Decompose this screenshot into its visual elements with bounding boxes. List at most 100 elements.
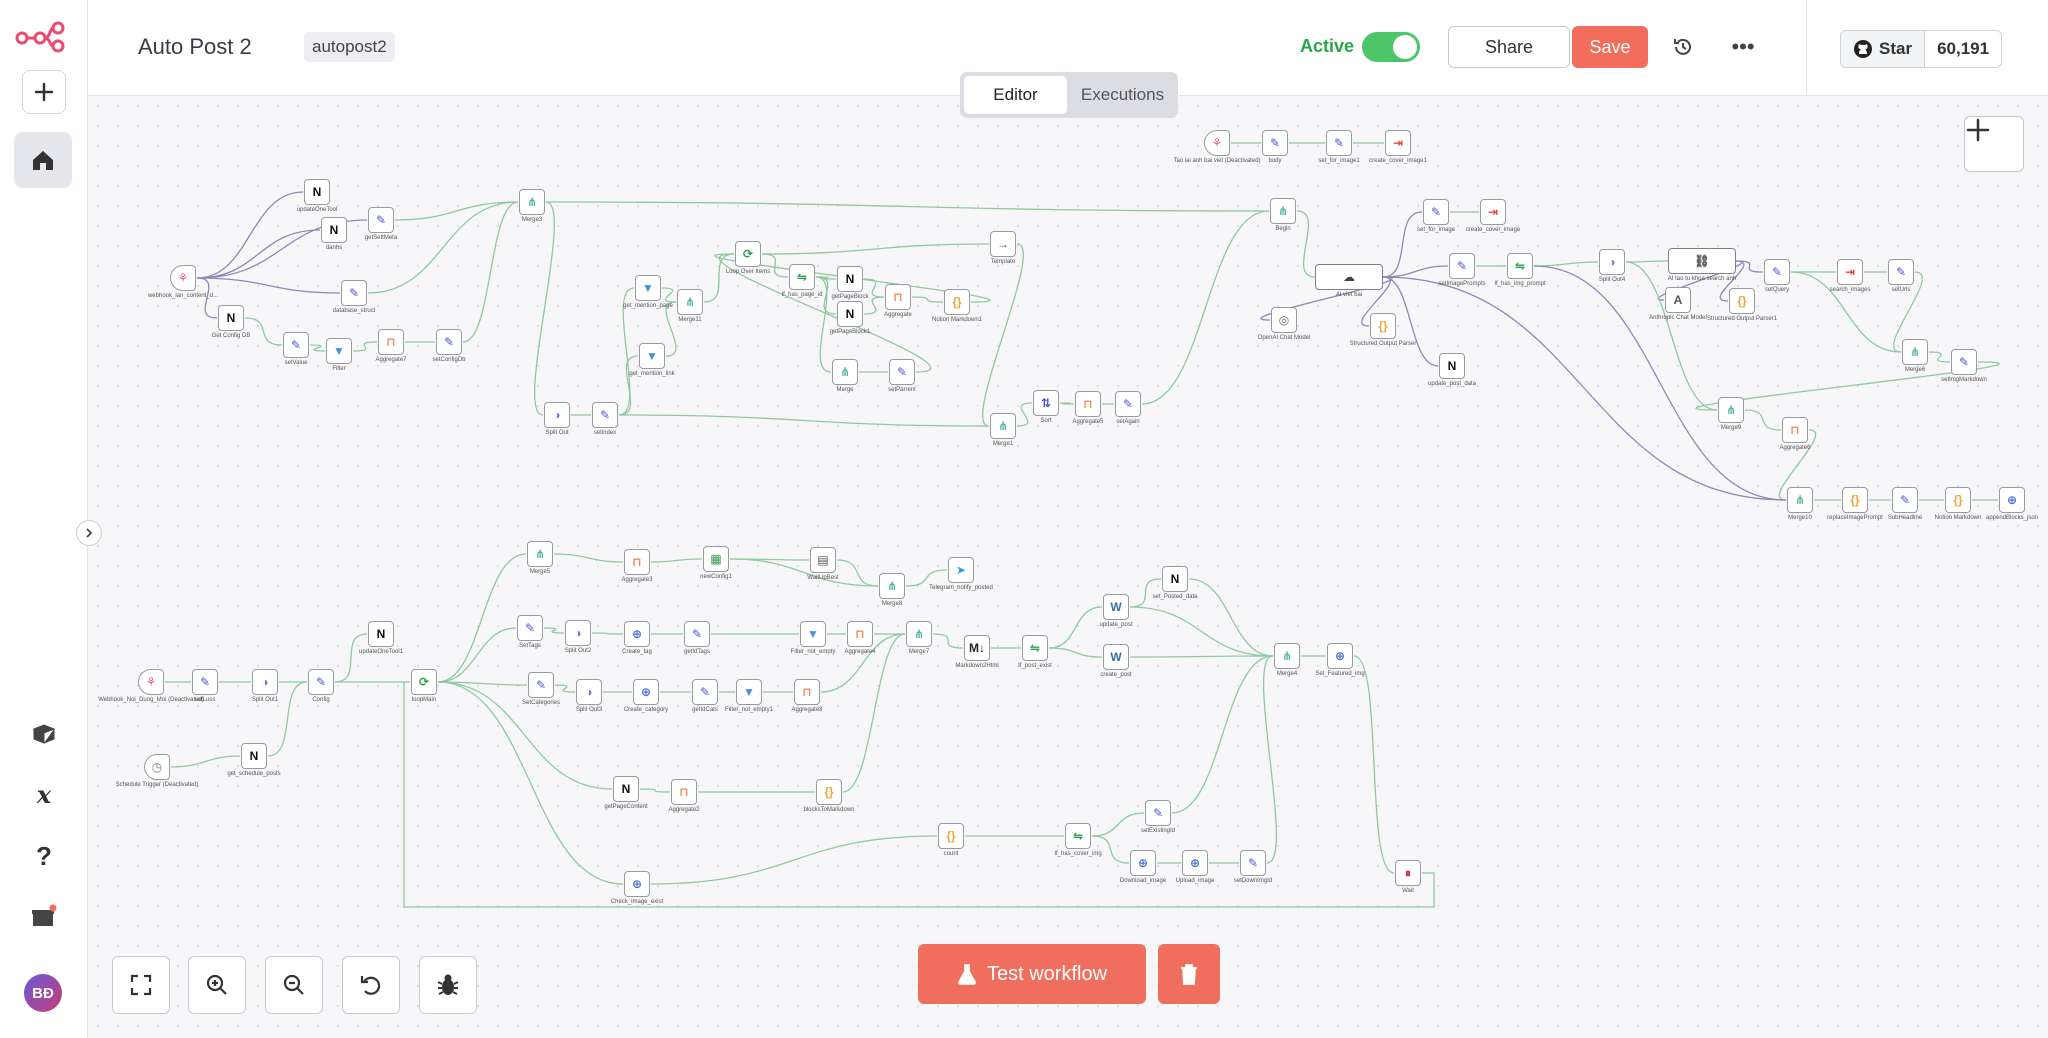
workflow-node[interactable]: ▦ — [703, 546, 729, 572]
workflow-node[interactable]: M↓ — [964, 635, 990, 661]
sidebar-item-home[interactable] — [14, 132, 72, 188]
workflow-node[interactable]: ⊓ — [794, 679, 820, 705]
workflow-node[interactable]: ⊕ — [1999, 487, 2025, 513]
workflow-node[interactable]: N — [1439, 353, 1465, 379]
workflow-node[interactable]: ⋔ — [1787, 487, 1813, 513]
workflow-node[interactable]: ◎ — [1271, 307, 1297, 333]
workflow-node[interactable]: ✎ — [1115, 391, 1141, 417]
workflow-node[interactable]: ✎ — [341, 280, 367, 306]
workflow-node[interactable]: ▼ — [639, 343, 665, 369]
workflow-node[interactable]: ⊕ — [624, 871, 650, 897]
workflow-node[interactable]: ⋔ — [906, 621, 932, 647]
workflow-node[interactable]: ✎ — [283, 332, 309, 358]
workflow-node[interactable]: ⋔ — [1718, 397, 1744, 423]
workflow-node[interactable]: ⇥ — [1385, 130, 1411, 156]
workflow-node[interactable]: A — [1665, 287, 1691, 313]
workflow-node[interactable]: {} — [938, 823, 964, 849]
workflow-node[interactable]: ⊓ — [1075, 391, 1101, 417]
workflow-history-button[interactable] — [1666, 30, 1700, 64]
workflow-node[interactable]: ✎ — [1145, 800, 1171, 826]
workflow-node[interactable]: ⊓ — [624, 549, 650, 575]
workflow-node[interactable]: ◷ — [144, 754, 170, 780]
github-star-widget[interactable]: Star 60,191 — [1840, 30, 2003, 68]
workflow-node[interactable]: N — [1162, 566, 1188, 592]
workflow-node[interactable]: ⊓ — [847, 621, 873, 647]
active-toggle[interactable] — [1362, 32, 1420, 62]
workflow-node[interactable]: {} — [1842, 487, 1868, 513]
workflow-node[interactable]: ✎ — [1951, 349, 1977, 375]
workflow-node[interactable]: ✎ — [308, 669, 334, 695]
workflow-node[interactable]: ✎ — [192, 669, 218, 695]
workflow-node[interactable]: ⟳ — [411, 669, 437, 695]
sidebar-item-help[interactable]: ? — [22, 834, 66, 878]
user-avatar[interactable]: BĐ — [24, 974, 62, 1012]
workflow-node[interactable]: ⊓ — [671, 779, 697, 805]
workflow-node[interactable]: ⟳ — [735, 241, 761, 267]
workflow-node[interactable]: ⊓ — [378, 329, 404, 355]
sidebar-expand-button[interactable] — [76, 520, 102, 546]
workflow-node[interactable]: {} — [1370, 313, 1396, 339]
workflow-node[interactable]: W — [1103, 594, 1129, 620]
workflow-node[interactable]: ✎ — [1423, 199, 1449, 225]
workflow-node[interactable]: ▼ — [326, 338, 352, 364]
debug-button[interactable] — [419, 956, 477, 1014]
workflow-canvas[interactable]: ⚘ webhook_lan_content_d... NupdateOneTool N… — [88, 96, 2048, 1038]
workflow-node[interactable]: ✎ — [684, 621, 710, 647]
workflow-node[interactable]: ✎ — [1892, 487, 1918, 513]
workflow-node[interactable]: ✎ — [1888, 259, 1914, 285]
workflow-tag[interactable]: autopost2 — [304, 32, 395, 62]
n8n-logo-icon[interactable] — [14, 14, 72, 54]
workflow-node[interactable]: N — [613, 776, 639, 802]
workflow-node[interactable]: ⋔ — [527, 541, 553, 567]
workflow-node[interactable]: ✎ — [1449, 253, 1475, 279]
workflow-node[interactable]: ◑ — [576, 679, 602, 705]
workflow-node[interactable]: ⋔ — [677, 289, 703, 315]
workflow-node[interactable]: ▤ — [810, 547, 836, 573]
more-options-button[interactable]: ••• — [1726, 30, 1760, 64]
workflow-node[interactable]: ✎ — [1262, 130, 1288, 156]
test-workflow-button[interactable]: Test workflow — [918, 944, 1146, 1004]
workflow-node[interactable]: ☁ — [1315, 264, 1383, 290]
workflow-node[interactable]: ⚘ — [1204, 130, 1230, 156]
zoom-out-button[interactable] — [265, 956, 323, 1014]
workflow-node[interactable]: ⋔ — [879, 573, 905, 599]
workflow-node[interactable]: ◑ — [252, 669, 278, 695]
workflow-node[interactable]: ◑ — [544, 402, 570, 428]
save-button[interactable]: Save — [1572, 26, 1648, 68]
add-button[interactable] — [22, 70, 66, 114]
workflow-node[interactable]: ✎ — [1326, 130, 1352, 156]
workflow-node[interactable]: {} — [816, 779, 842, 805]
workflow-node[interactable]: ⋔ — [990, 413, 1016, 439]
workflow-node[interactable]: ⇋ — [1022, 635, 1048, 661]
workflow-node[interactable]: ⊕ — [1130, 850, 1156, 876]
workflow-node[interactable]: ✎ — [368, 207, 394, 233]
sidebar-item-whats-new[interactable] — [22, 894, 66, 938]
tab-executions[interactable]: Executions — [1071, 76, 1174, 114]
workflow-node[interactable]: ⚘ — [138, 669, 164, 695]
workflow-node[interactable]: ⛓ — [1668, 248, 1736, 274]
workflow-node[interactable]: ⊓ — [1782, 417, 1808, 443]
share-button[interactable]: Share — [1448, 26, 1570, 68]
workflow-node[interactable]: ⋔ — [1274, 643, 1300, 669]
workflow-node[interactable]: ⋔ — [832, 359, 858, 385]
workflow-node[interactable]: ⇥ — [1837, 259, 1863, 285]
workflow-node[interactable]: → — [990, 231, 1016, 257]
workflow-node[interactable]: ✎ — [1240, 850, 1266, 876]
workflow-node[interactable]: ✎ — [1764, 259, 1790, 285]
zoom-in-button[interactable] — [188, 956, 246, 1014]
add-node-button[interactable] — [1964, 116, 2024, 172]
workflow-node[interactable]: N — [218, 305, 244, 331]
workflow-node[interactable]: ➤ — [948, 557, 974, 583]
workflow-node[interactable]: ▼ — [800, 621, 826, 647]
workflow-node[interactable]: ✎ — [517, 615, 543, 641]
workflow-node[interactable]: ⊓ — [885, 284, 911, 310]
workflow-node[interactable]: ⇋ — [789, 264, 815, 290]
workflow-node[interactable]: ✎ — [592, 402, 618, 428]
workflow-node[interactable]: ⋔ — [1270, 198, 1296, 224]
workflow-node[interactable]: ⇋ — [1507, 253, 1533, 279]
tab-editor[interactable]: Editor — [964, 76, 1067, 114]
workflow-node[interactable]: ⊕ — [1182, 850, 1208, 876]
workflow-node[interactable]: ⋔ — [1902, 339, 1928, 365]
workflow-node[interactable]: ⇋ — [1065, 823, 1091, 849]
workflow-node[interactable]: ⚘ — [170, 265, 196, 291]
